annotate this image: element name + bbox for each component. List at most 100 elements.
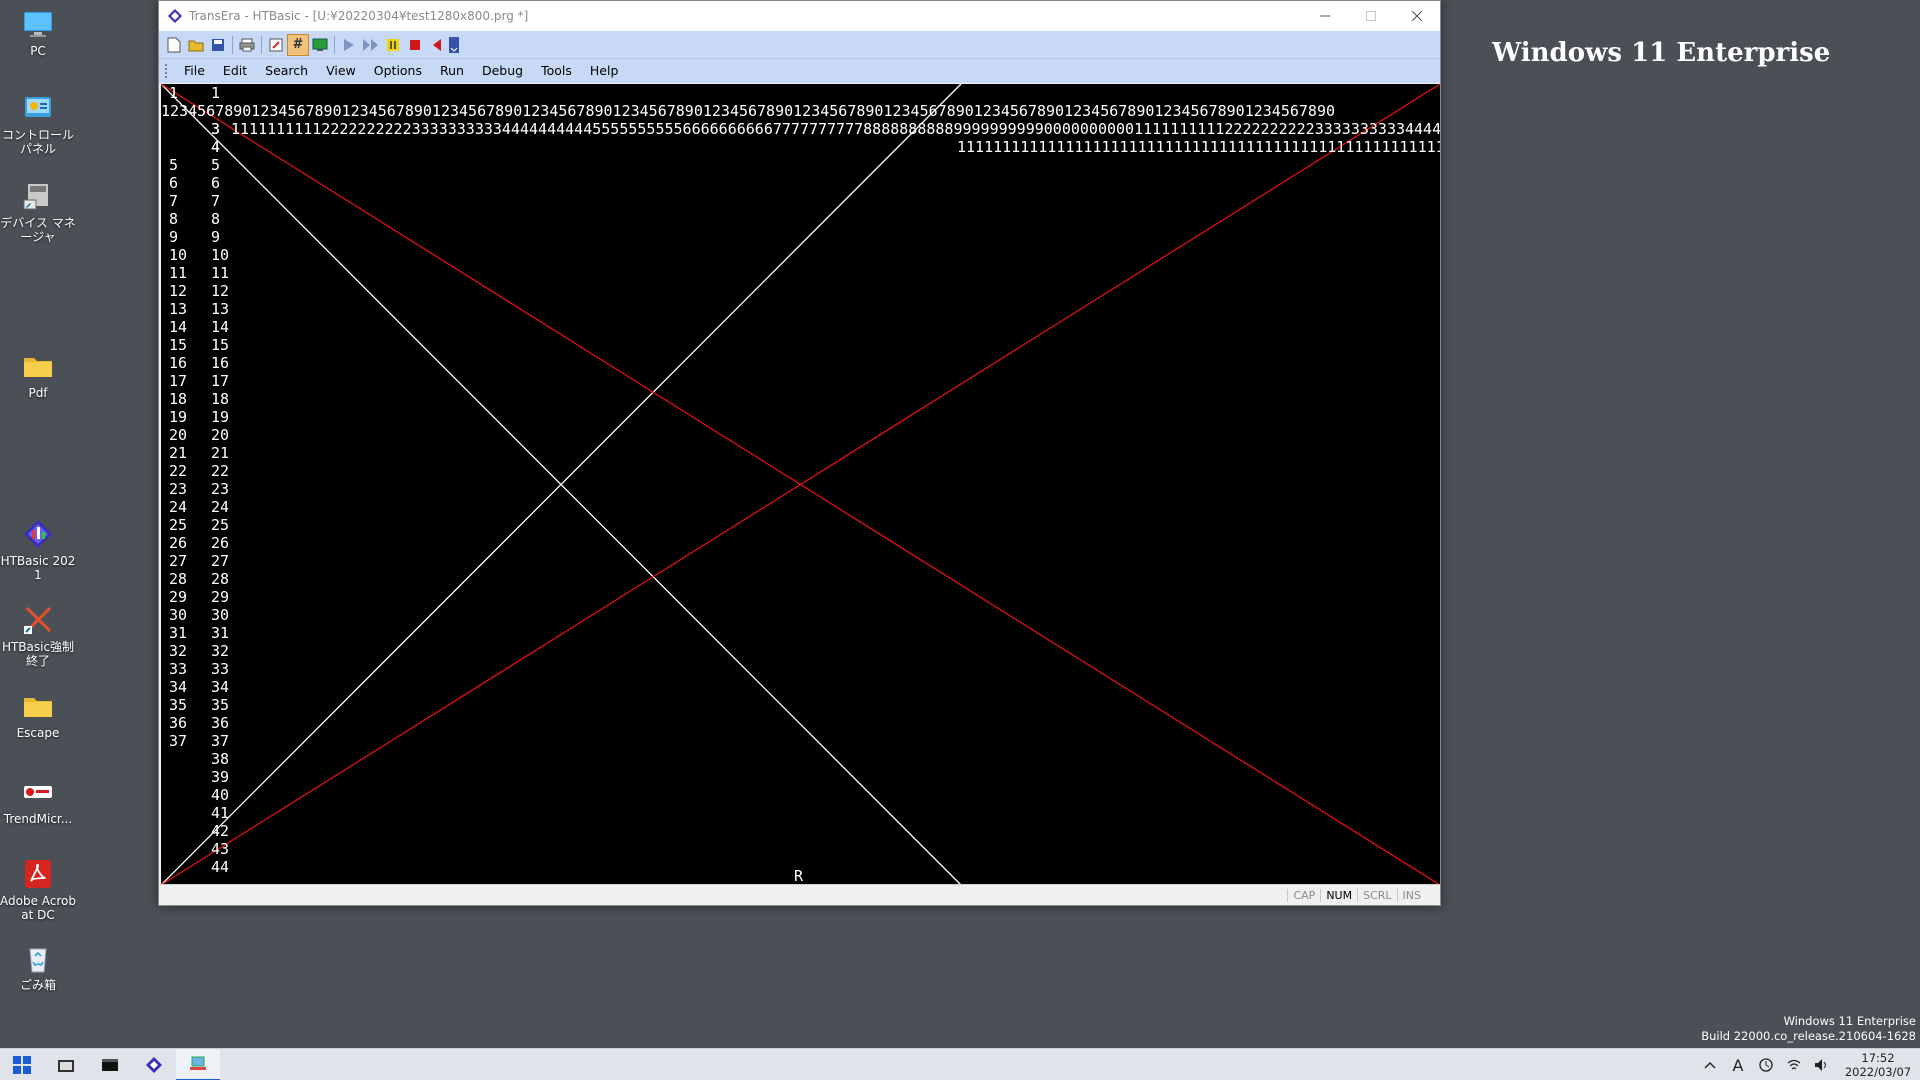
- taskbar-network-app-button[interactable]: [176, 1048, 220, 1080]
- continue-button[interactable]: [360, 34, 382, 56]
- line-number: 29: [169, 588, 188, 606]
- tray-overflow-button[interactable]: [1696, 1061, 1724, 1069]
- line-number: 28: [211, 570, 230, 588]
- line-number: 5: [211, 156, 221, 174]
- line-number: 27: [211, 552, 230, 570]
- menu-options[interactable]: Options: [365, 59, 431, 83]
- desktop-icon-label: Adobe Acrobat DC: [0, 894, 76, 922]
- output-window-button[interactable]: [309, 34, 331, 56]
- taskbar-htbasic-button[interactable]: [132, 1049, 176, 1080]
- edit-button[interactable]: [265, 34, 287, 56]
- line-number: 14: [211, 318, 230, 336]
- sync-icon: [1759, 1058, 1773, 1072]
- os-watermark: Windows 11 Enterprise Build 22000.co_rel…: [1701, 1014, 1916, 1044]
- desktop-icon-device-manager[interactable]: デバイス マネージャ: [0, 180, 76, 244]
- line-number: 37: [211, 732, 230, 750]
- taskbar-clock[interactable]: 17:52 2022/03/07: [1836, 1051, 1920, 1079]
- status-scrl: SCRL: [1357, 888, 1396, 902]
- desktop-icon-control-panel[interactable]: コントロール パネル: [0, 92, 76, 156]
- desktop-icon-escape-folder[interactable]: Escape: [0, 690, 76, 740]
- line-number: 17: [211, 372, 230, 390]
- menu-file[interactable]: File: [175, 59, 214, 83]
- htbasic-icon: [146, 1056, 162, 1073]
- line-number: 8: [211, 210, 221, 228]
- menu-help[interactable]: Help: [581, 59, 628, 83]
- line-number: 21: [211, 444, 230, 462]
- desktop-icon-label: PC: [30, 44, 46, 58]
- taskbar: A 17:52 2022/03/07: [0, 1048, 1920, 1080]
- tray-sync-button[interactable]: [1752, 1057, 1780, 1073]
- stop-icon: [410, 39, 420, 50]
- save-button[interactable]: [207, 34, 229, 56]
- maximize-button[interactable]: [1348, 1, 1394, 31]
- desktop-icon-label: TrendMicr...: [3, 812, 73, 826]
- pause-button[interactable]: [382, 34, 404, 56]
- line-number: 15: [211, 336, 230, 354]
- line-numbers-toggle[interactable]: #: [287, 33, 309, 56]
- edit-pencil-icon: [269, 38, 283, 51]
- line-number: 22: [211, 462, 230, 480]
- menu-edit[interactable]: Edit: [214, 59, 256, 83]
- line-number: 30: [169, 606, 188, 624]
- status-ins: INS: [1396, 888, 1426, 902]
- chevron-up-icon: [1704, 1062, 1716, 1069]
- ruler-digits: 1234567890123456789012345678901234567890…: [161, 102, 1335, 120]
- line-number: 1: [211, 84, 221, 102]
- title-bar[interactable]: TransEra - HTBasic - [U:¥20220304¥test12…: [159, 1, 1440, 31]
- menu-view[interactable]: View: [317, 59, 365, 83]
- desktop-icon-pc[interactable]: PC: [0, 8, 76, 58]
- line-number: 30: [211, 606, 230, 624]
- graphics-output-canvas[interactable]: 1234567890123456789012345678901234567890…: [161, 84, 1440, 885]
- menu-run[interactable]: Run: [431, 59, 473, 83]
- desktop-icon-pdf-folder[interactable]: Pdf: [0, 350, 76, 400]
- minimize-icon: [1320, 15, 1330, 17]
- line-number: 33: [211, 660, 230, 678]
- run-button[interactable]: [338, 34, 360, 56]
- line-number: 13: [211, 300, 230, 318]
- tray-wifi-button[interactable]: [1780, 1058, 1808, 1072]
- line-number: 40: [211, 786, 230, 804]
- desktop-icon-label: HTBasic強制終了: [1, 640, 75, 668]
- menu-tools[interactable]: Tools: [532, 59, 581, 83]
- watermark-edition: Windows 11 Enterprise: [1783, 1014, 1916, 1028]
- line-number: 22: [169, 462, 188, 480]
- ruler-hundreds: 1111111111111111111111111111111111111111…: [957, 138, 1440, 156]
- desktop-icon-htbasic[interactable]: HTBasic 2021: [0, 518, 76, 582]
- stop-button[interactable]: [404, 34, 426, 56]
- toolbar: #: [159, 31, 1440, 59]
- start-button[interactable]: [0, 1049, 44, 1080]
- menu-debug[interactable]: Debug: [473, 59, 532, 83]
- device-manager-icon: [23, 184, 48, 210]
- desktop-icon-acrobat[interactable]: Adobe Acrobat DC: [0, 858, 76, 922]
- minimize-button[interactable]: [1302, 1, 1348, 31]
- new-file-button[interactable]: [163, 34, 185, 56]
- overflow-chevron-icon: [449, 36, 459, 53]
- output-window-icon: [312, 38, 328, 51]
- line-number: 3: [211, 120, 221, 138]
- clock-time: 17:52: [1861, 1051, 1895, 1065]
- wifi-icon: [1787, 1059, 1801, 1070]
- menu-grip: [165, 64, 169, 78]
- taskbar-terminal-button[interactable]: [88, 1049, 132, 1080]
- line-number: 6: [211, 174, 221, 192]
- open-file-button[interactable]: [185, 34, 207, 56]
- taskbar-explorer-button[interactable]: [44, 1049, 88, 1080]
- desktop-icon-recycle-bin[interactable]: ごみ箱: [0, 942, 76, 992]
- desktop-icon-trendmicro[interactable]: TrendMicr...: [0, 776, 76, 826]
- menu-search[interactable]: Search: [256, 59, 317, 83]
- desktop-icon-htbasic-kill[interactable]: HTBasic強制終了: [0, 604, 76, 668]
- toolbar-overflow-button[interactable]: [448, 34, 460, 56]
- line-number: 36: [211, 714, 230, 732]
- line-number: 11: [169, 264, 188, 282]
- close-button[interactable]: [1394, 1, 1440, 31]
- ime-indicator[interactable]: A: [1724, 1056, 1752, 1075]
- maximize-icon: [1366, 11, 1376, 21]
- tray-volume-button[interactable]: [1808, 1058, 1836, 1072]
- network-app-icon: [190, 1056, 206, 1070]
- htbasic-window[interactable]: TransEra - HTBasic - [U:¥20220304¥test12…: [158, 0, 1441, 906]
- print-button[interactable]: [236, 34, 258, 56]
- close-icon: [1412, 11, 1422, 21]
- line-number: 9: [211, 228, 221, 246]
- step-back-button[interactable]: [426, 34, 448, 56]
- speaker-icon: [1815, 1059, 1826, 1071]
